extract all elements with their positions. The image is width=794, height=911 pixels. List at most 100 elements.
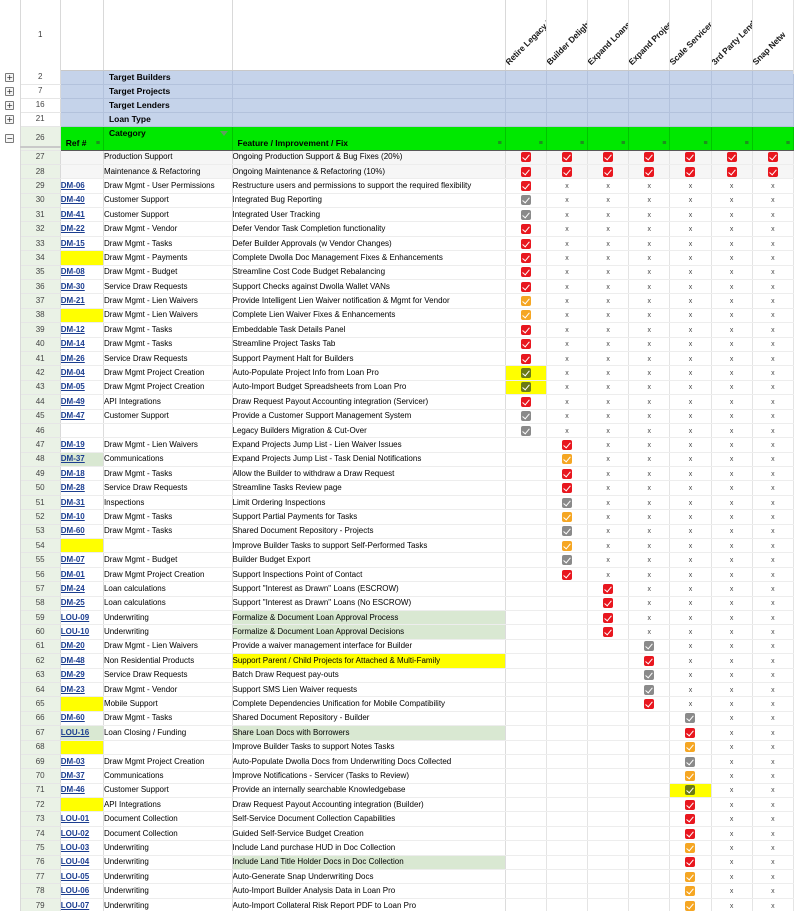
cell-feature[interactable]: Auto-Import Budget Spreadsheets from Loa…	[232, 380, 506, 396]
cell-check-1[interactable]	[546, 783, 589, 799]
cell-check-3[interactable]: x	[628, 409, 671, 424]
cell-check-5[interactable]: x	[711, 624, 753, 640]
cell-check-3[interactable]: x	[628, 265, 671, 281]
cell-ref[interactable]: DM-49	[60, 394, 104, 410]
cell-check-5[interactable]: x	[711, 581, 753, 597]
cell-check-1[interactable]: x	[546, 308, 589, 324]
cell-feature[interactable]: Support Payment Halt for Builders	[232, 351, 506, 367]
cell-check-2[interactable]: x	[587, 236, 630, 252]
cell-category[interactable]: Draw Mgmt - Lien Waivers	[103, 437, 233, 453]
cell-feature[interactable]: Auto-Import Collateral Risk Report PDF t…	[232, 898, 506, 911]
cell-check-6[interactable]: x	[752, 409, 794, 424]
cell-category[interactable]: Communications	[103, 452, 233, 468]
cell-check-6[interactable]: x	[752, 754, 794, 770]
cell-check-5[interactable]: x	[711, 437, 753, 453]
table-row[interactable]: 77 LOU-05 Underwriting Auto-Generate Snap U…	[0, 869, 794, 885]
cell-check-1[interactable]: x	[546, 207, 589, 223]
cell-feature[interactable]: Formalize & Document Loan Approval Decis…	[232, 624, 506, 640]
cell-category[interactable]: Maintenance & Refactoring	[103, 164, 233, 180]
ref-link[interactable]: DM-21	[61, 296, 85, 305]
cell-check-1[interactable]	[546, 509, 589, 525]
cell-check-3[interactable]: x	[628, 365, 671, 381]
cell-check-3[interactable]: x	[628, 437, 671, 453]
cell-ref[interactable]: LOU-02	[60, 826, 104, 842]
cell-check-3[interactable]	[628, 696, 671, 712]
cell-check-5[interactable]: x	[711, 855, 753, 871]
group-check-cell[interactable]	[505, 84, 547, 99]
group-ref-cell[interactable]	[60, 112, 104, 127]
cell-check-6[interactable]: x	[752, 538, 794, 554]
group-check-cell[interactable]	[752, 98, 794, 113]
table-row[interactable]: 50 DM-28 Service Draw Requests Streamline T…	[0, 480, 794, 496]
cell-check-4[interactable]: x	[669, 293, 712, 309]
cell-check-5[interactable]: x	[711, 279, 753, 295]
expand-group-icon[interactable]: +	[5, 72, 15, 82]
cell-feature[interactable]: Share Loan Docs with Borrowers	[232, 725, 506, 741]
cell-check-5[interactable]: x	[711, 610, 753, 626]
cell-ref[interactable]: DM-60	[60, 711, 104, 727]
cell-check-4[interactable]: x	[669, 567, 712, 583]
cell-check-0[interactable]	[505, 308, 547, 324]
checkmark-badge-red[interactable]	[603, 598, 614, 609]
cell-ref[interactable]: LOU-09	[60, 610, 104, 626]
cell-ref[interactable]: DM-07	[60, 552, 104, 568]
cell-check-2[interactable]: x	[587, 437, 630, 453]
cell-feature[interactable]: Complete Dwolla Doc Management Fixes & E…	[232, 250, 506, 266]
cell-check-6[interactable]: x	[752, 653, 794, 669]
cell-category[interactable]: Document Collection	[103, 811, 233, 827]
ref-link[interactable]: DM-37	[61, 454, 85, 463]
group-check-cell[interactable]	[587, 84, 630, 99]
filter-icon[interactable]: ≡	[539, 140, 543, 147]
cell-check-2[interactable]	[587, 696, 630, 712]
cell-check-1[interactable]: x	[546, 394, 589, 410]
cell-check-5[interactable]: x	[711, 682, 753, 698]
group-check-cell[interactable]	[711, 70, 753, 85]
cell-feature[interactable]: Auto-Generate Snap Underwriting Docs	[232, 869, 506, 885]
cell-check-2[interactable]: x	[587, 380, 630, 396]
ref-link[interactable]: LOU-16	[61, 728, 89, 737]
cell-check-6[interactable]: x	[752, 610, 794, 626]
checkmark-badge-red[interactable]	[685, 152, 696, 163]
cell-category[interactable]: Draw Mgmt - Tasks	[103, 711, 233, 727]
table-row[interactable]: 35 DM-08 Draw Mgmt - Budget Streamline Cost…	[0, 265, 794, 281]
cell-check-1[interactable]	[546, 711, 589, 727]
cell-ref[interactable]: DM-28	[60, 480, 104, 496]
cell-check-3[interactable]	[628, 740, 671, 755]
checkmark-badge-orange[interactable]	[561, 454, 572, 465]
cell-category[interactable]: Underwriting	[103, 855, 233, 871]
cell-feature[interactable]: Draw Request Payout Accounting integrati…	[232, 797, 506, 813]
cell-feature[interactable]: Support Inspections Point of Contact	[232, 567, 506, 583]
cell-check-3[interactable]: x	[628, 293, 671, 309]
group-check-cell[interactable]	[669, 112, 712, 127]
cell-check-6[interactable]: x	[752, 466, 794, 482]
checkmark-badge-red[interactable]	[561, 440, 572, 450]
cell-category[interactable]: Underwriting	[103, 840, 233, 856]
checkmark-badge-red[interactable]	[644, 699, 655, 710]
cell-ref[interactable]: DM-18	[60, 466, 104, 482]
cell-check-4[interactable]	[669, 898, 712, 911]
cell-check-0[interactable]	[505, 725, 547, 741]
cell-check-1[interactable]	[546, 840, 589, 856]
group-check-cell[interactable]	[669, 84, 712, 99]
cell-feature[interactable]: Support "Interest as Drawn" Loans (ESCRO…	[232, 581, 506, 597]
cell-category[interactable]: Draw Mgmt - Budget	[103, 552, 233, 568]
table-row[interactable]: 41 DM-26 Service Draw Requests Support Paym…	[0, 351, 794, 367]
cell-check-2[interactable]: x	[587, 337, 630, 352]
cell-feature[interactable]: Include Land Title Holder Docs in Doc Co…	[232, 855, 506, 871]
group-label-cell[interactable]: Target Projects	[103, 84, 233, 99]
table-row[interactable]: 52 DM-10 Draw Mgmt - Tasks Support Partial …	[0, 509, 794, 525]
ref-link[interactable]: DM-08	[61, 267, 85, 276]
cell-category[interactable]: Loan Closing / Funding	[103, 725, 233, 741]
cell-check-3[interactable]	[628, 898, 671, 911]
table-row[interactable]: 65 Mobile Support Complete Dependencies Un…	[0, 696, 794, 712]
checkmark-badge-red[interactable]	[520, 238, 531, 249]
table-row[interactable]: 42 DM-04 Draw Mgmt Project Creation Auto-Po…	[0, 365, 794, 381]
cell-feature[interactable]: Support SMS Lien Waiver requests	[232, 682, 506, 698]
ref-link[interactable]: LOU-10	[61, 627, 89, 636]
cell-check-1[interactable]	[546, 668, 589, 683]
cell-check-6[interactable]: x	[752, 826, 794, 842]
cell-check-2[interactable]: x	[587, 524, 630, 540]
filter-icon[interactable]: ≡	[745, 140, 749, 147]
column-header-4[interactable]: Scale Servicer	[669, 0, 712, 71]
table-row[interactable]: 66 DM-60 Draw Mgmt - Tasks Shared Document …	[0, 711, 794, 727]
